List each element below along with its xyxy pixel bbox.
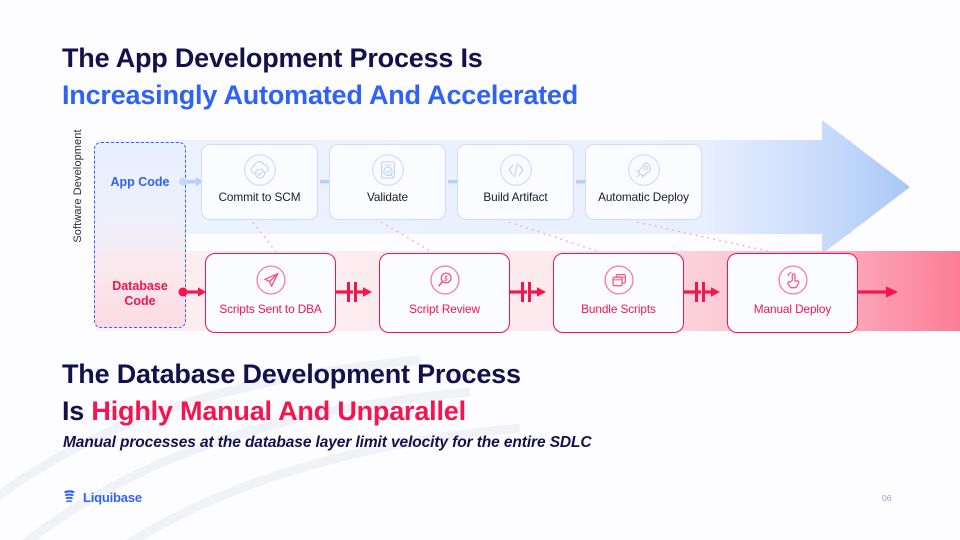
app-code-label: App Code	[110, 175, 170, 189]
rocket-icon	[627, 154, 660, 186]
code-build-icon	[499, 154, 532, 186]
title-bottom-accent: Highly Manual And Unparallel	[91, 396, 466, 426]
app-step-label: Commit to SCM	[218, 190, 301, 204]
document-check-icon	[371, 154, 404, 186]
app-step-label: Build Artifact	[483, 190, 548, 204]
db-step-label: Script Review	[409, 302, 480, 316]
database-code-label: Database Code	[94, 279, 186, 309]
db-step-bundle-scripts[interactable]: Bundle Scripts	[553, 253, 684, 333]
title-bottom-prefix: Is	[62, 396, 92, 426]
page-title-bottom: The Database Development Process Is High…	[62, 356, 802, 430]
database-code-label-line1: Database	[112, 279, 168, 293]
db-step-label: Manual Deploy	[753, 302, 832, 316]
app-step-build-artifact[interactable]: Build Artifact	[457, 144, 574, 220]
stacked-windows-icon	[603, 265, 634, 295]
app-lane-arrow-head	[710, 120, 910, 254]
lane-axis-label: Software Development	[72, 129, 84, 243]
title-top-line1: The App Development Process Is	[62, 43, 483, 73]
hand-click-icon	[777, 265, 808, 295]
app-step-label: Automatic Deploy	[598, 190, 689, 204]
page-title-top: The App Development Process Is Increasin…	[62, 40, 762, 114]
database-code-label-line2: Code	[124, 294, 156, 308]
app-step-validate[interactable]: Validate	[329, 144, 446, 220]
page-subtitle: Manual processes at the database layer l…	[63, 434, 592, 451]
db-step-label: Bundle Scripts	[581, 302, 656, 316]
app-step-label: Validate	[367, 190, 408, 204]
app-step-automatic-deploy[interactable]: Automatic Deploy	[585, 144, 702, 220]
paper-plane-icon	[255, 265, 286, 295]
app-step-commit-to-scm[interactable]: Commit to SCM	[201, 144, 318, 220]
db-step-label: Scripts Sent to DBA	[219, 302, 322, 316]
page-number: 06	[882, 493, 892, 503]
brand-name: Liquibase	[83, 490, 142, 505]
title-bottom-line2: Is Highly Manual And Unparallel	[62, 393, 802, 430]
liquibase-stack-icon	[64, 490, 75, 503]
code-source-box	[94, 142, 186, 328]
db-step-script-review[interactable]: Script Review	[379, 253, 510, 333]
brand-logo: Liquibase	[62, 489, 142, 506]
db-step-manual-deploy[interactable]: Manual Deploy	[727, 253, 858, 333]
title-bottom-line1: The Database Development Process	[62, 359, 521, 389]
cloud-check-icon	[243, 154, 276, 186]
db-step-scripts-sent-to-dba[interactable]: Scripts Sent to DBA	[205, 253, 336, 333]
magnifier-code-icon	[429, 265, 460, 295]
title-top-line2: Increasingly Automated And Accelerated	[62, 80, 579, 110]
